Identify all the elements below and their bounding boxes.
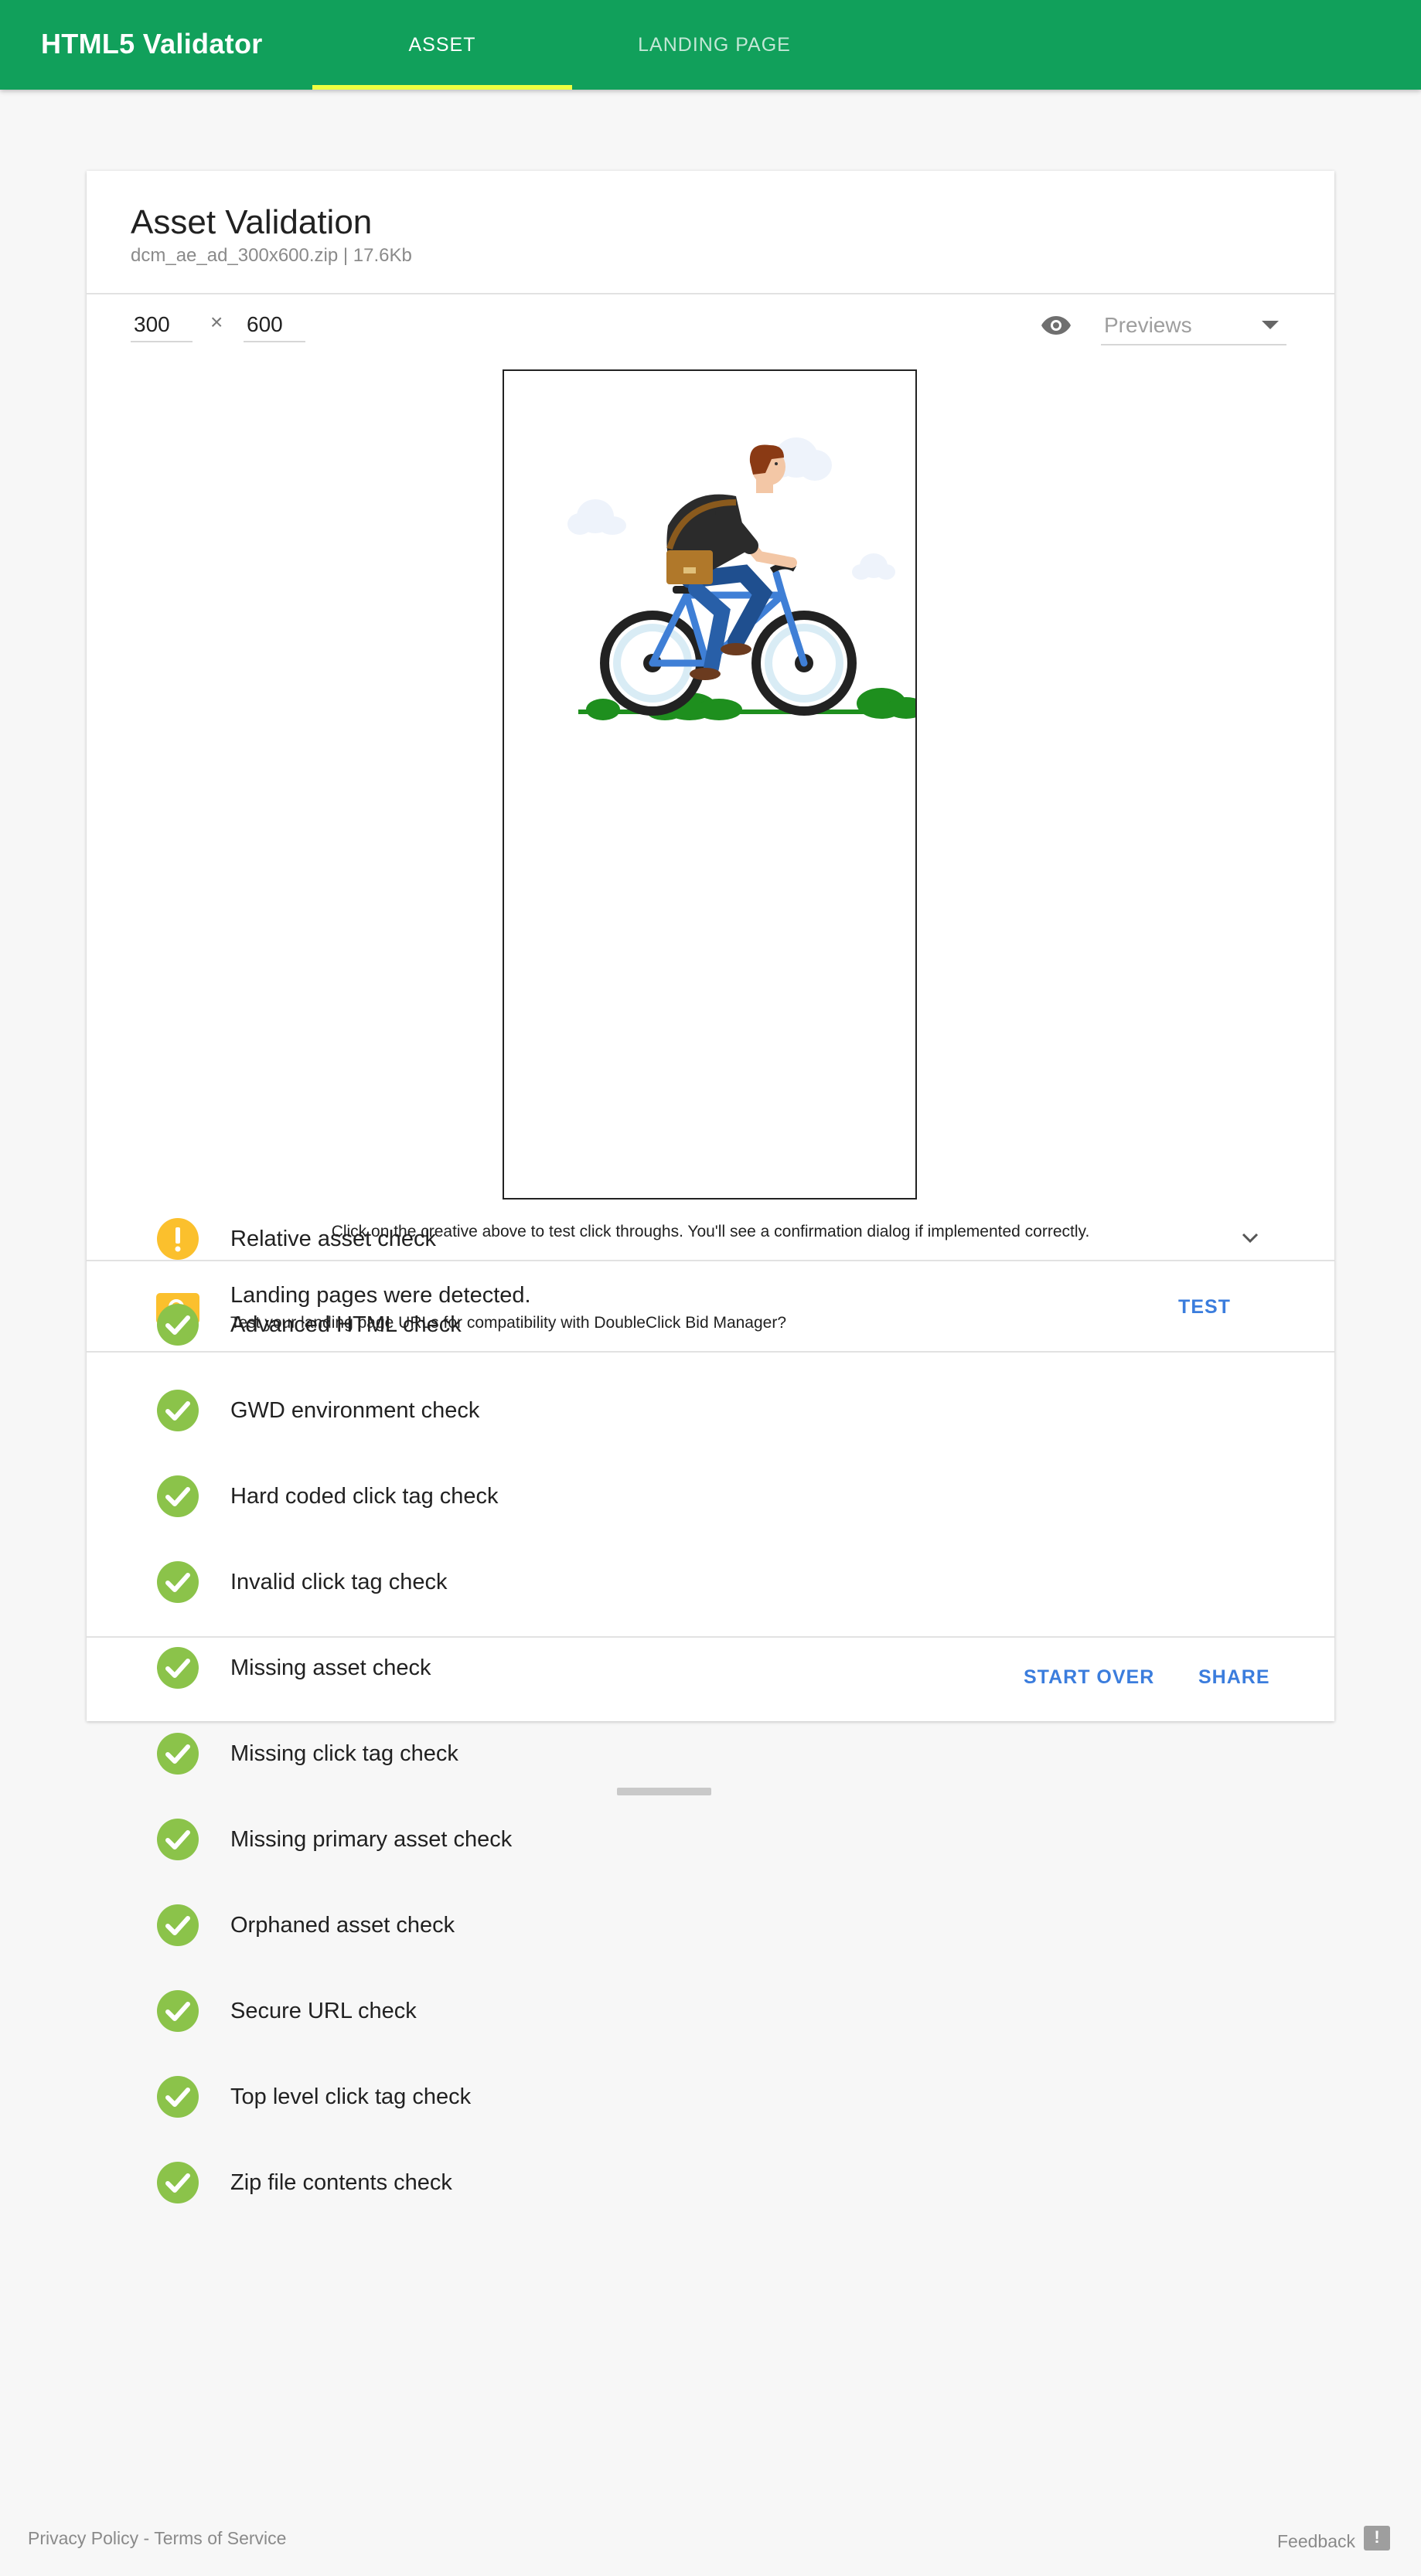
check-circle-icon xyxy=(157,1819,199,1860)
tab-landing-page[interactable]: LANDING PAGE xyxy=(595,0,833,90)
check-circle-icon xyxy=(157,1304,199,1346)
check-label: Invalid click tag check xyxy=(230,1570,448,1594)
width-input[interactable]: 300 xyxy=(131,308,193,342)
check-circle-icon xyxy=(157,1990,199,2032)
check-circle-icon xyxy=(157,1390,199,1431)
check-label: Missing click tag check xyxy=(230,1741,458,1766)
check-row: Hard coded click tag check xyxy=(156,1473,1285,1519)
dimension-separator: × xyxy=(210,310,223,334)
feedback-link[interactable]: Feedback xyxy=(1277,2531,1355,2552)
check-circle-icon xyxy=(157,1475,199,1517)
share-button[interactable]: SHARE xyxy=(1198,1666,1270,1689)
footer-links: Privacy Policy - Terms of Service xyxy=(28,2528,286,2549)
app-title: HTML5 Validator xyxy=(41,28,263,60)
file-info: dcm_ae_ad_300x600.zip | 17.6Kb xyxy=(131,245,412,266)
check-row: Missing click tag check xyxy=(156,1730,1285,1777)
dropdown-arrow-icon xyxy=(1262,321,1279,329)
check-label: Advanced HTML check xyxy=(230,1312,462,1337)
check-label: Relative asset check xyxy=(230,1227,436,1251)
check-circle-icon xyxy=(157,2076,199,2118)
check-circle-icon xyxy=(157,1904,199,1946)
footer-separator: - xyxy=(138,2528,155,2548)
check-label: Missing asset check xyxy=(230,1656,431,1680)
tooltip-placeholder xyxy=(617,1788,711,1795)
feedback-icon[interactable]: ! xyxy=(1364,2526,1390,2550)
check-row: Advanced HTML check xyxy=(156,1302,1285,1348)
check-label: Top level click tag check xyxy=(230,2084,472,2109)
active-tab-indicator xyxy=(312,85,572,90)
warning-icon xyxy=(157,1218,199,1260)
check-row: Orphaned asset check xyxy=(156,1902,1285,1948)
cyclist-illustration xyxy=(567,437,915,720)
terms-of-service-link[interactable]: Terms of Service xyxy=(154,2528,286,2548)
check-row: GWD environment check xyxy=(156,1387,1285,1434)
check-row: Secure URL check xyxy=(156,1988,1285,2034)
check-label: Zip file contents check xyxy=(230,2170,452,2195)
check-circle-icon xyxy=(157,1733,199,1775)
height-input[interactable]: 600 xyxy=(244,308,305,342)
check-row: Invalid click tag check xyxy=(156,1559,1285,1605)
check-label: Missing primary asset check xyxy=(230,1827,513,1852)
creative-preview[interactable] xyxy=(503,369,917,1200)
check-row: Zip file contents check xyxy=(156,2159,1285,2206)
check-circle-icon xyxy=(157,1561,199,1603)
check-row: Top level click tag check xyxy=(156,2074,1285,2120)
tab-asset[interactable]: ASSET xyxy=(312,0,572,90)
check-row[interactable]: Relative asset check xyxy=(156,1216,1285,1262)
chevron-down-icon[interactable] xyxy=(1239,1227,1262,1250)
previews-dropdown[interactable]: Previews xyxy=(1101,308,1286,345)
divider xyxy=(87,1636,1334,1638)
divider xyxy=(87,293,1334,294)
check-circle-icon xyxy=(157,2162,199,2203)
check-label: Orphaned asset check xyxy=(230,1913,455,1938)
divider xyxy=(87,1351,1334,1353)
app-bar: HTML5 Validator ASSET LANDING PAGE xyxy=(0,0,1421,90)
asset-validation-card: Asset Validation dcm_ae_ad_300x600.zip |… xyxy=(87,171,1334,2203)
check-label: Secure URL check xyxy=(230,1999,417,2023)
feedback-icon-glyph: ! xyxy=(1374,2527,1380,2547)
check-row: Missing primary asset check xyxy=(156,1816,1285,1863)
privacy-policy-link[interactable]: Privacy Policy xyxy=(28,2528,138,2548)
card-title: Asset Validation xyxy=(131,203,373,241)
check-circle-icon xyxy=(157,1647,199,1689)
check-label: GWD environment check xyxy=(230,1398,480,1423)
previews-dropdown-value: Previews xyxy=(1104,313,1192,337)
eye-icon xyxy=(1041,316,1071,335)
start-over-button[interactable]: START OVER xyxy=(1024,1666,1154,1689)
check-label: Hard coded click tag check xyxy=(230,1484,499,1509)
